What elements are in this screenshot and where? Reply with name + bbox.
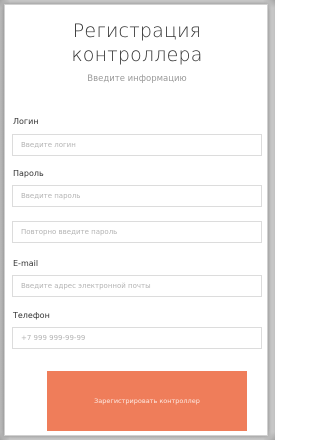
password-input[interactable] (12, 185, 262, 207)
email-label: E-mail (13, 259, 39, 268)
registration-card: Регистрация контроллера Введите информац… (4, 4, 268, 436)
phone-input[interactable] (12, 327, 262, 349)
register-controller-button[interactable]: Зарегистрировать контроллер (47, 371, 247, 431)
page-title-line2: контроллера (71, 44, 203, 66)
page-frame: Регистрация контроллера Введите информац… (0, 0, 275, 440)
login-input[interactable] (12, 134, 262, 156)
page-subtitle: Введите информацию (87, 74, 187, 84)
password-repeat-input[interactable] (12, 221, 262, 243)
page-title-line1: Регистрация (72, 20, 202, 42)
phone-label: Телефон (13, 311, 50, 320)
password-label: Пароль (13, 169, 44, 178)
email-input[interactable] (12, 275, 262, 297)
login-label: Логин (13, 117, 39, 126)
